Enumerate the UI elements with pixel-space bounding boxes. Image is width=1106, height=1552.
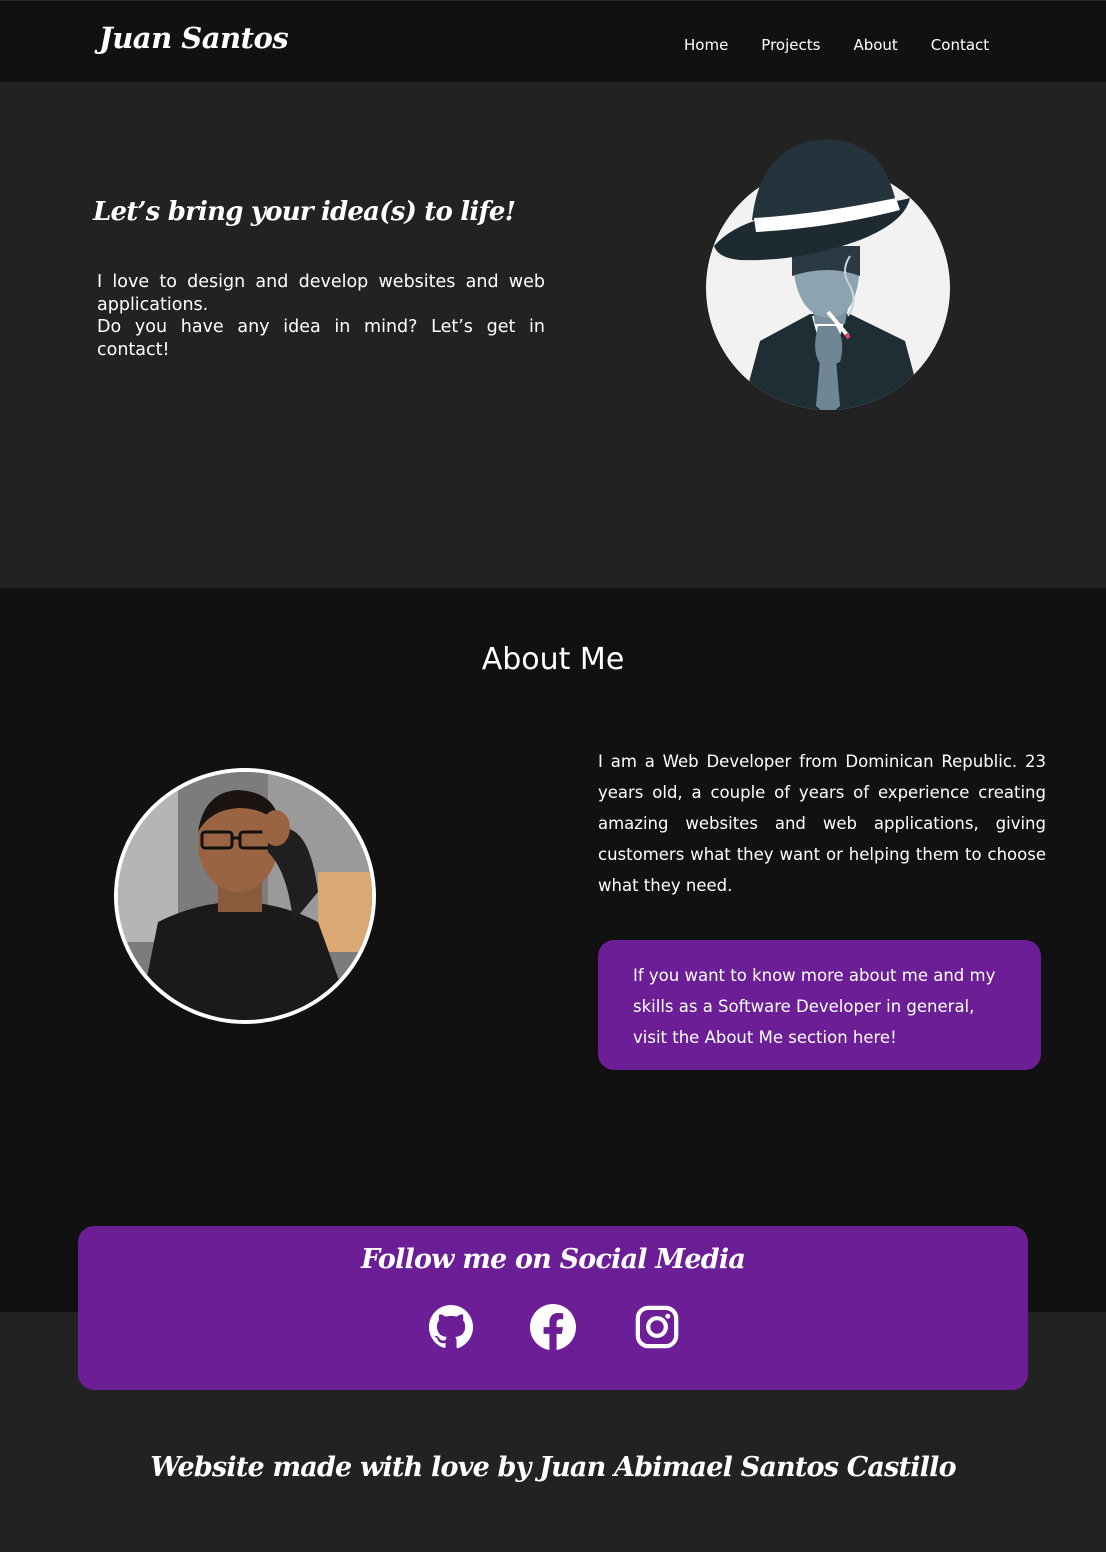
social-title: Follow me on Social Media xyxy=(360,1244,746,1275)
nav-link-home[interactable]: Home xyxy=(684,36,728,54)
social-media-card: Follow me on Social Media xyxy=(78,1226,1028,1390)
hero-section: Let’s bring your idea(s) to life! I love… xyxy=(0,82,1106,588)
about-section: About Me I am a Web Developer from Domin… xyxy=(0,588,1106,1312)
hero-paragraph-1: I love to design and develop websites an… xyxy=(97,272,545,315)
profile-photo-image xyxy=(118,772,372,1020)
about-title: About Me xyxy=(481,642,625,677)
mafia-avatar-illustration xyxy=(706,139,950,410)
about-more-card[interactable]: If you want to know more about me and my… xyxy=(598,940,1041,1070)
brand-logo[interactable]: Juan Santos xyxy=(99,21,289,55)
about-description: I am a Web Developer from Dominican Repu… xyxy=(598,752,1046,895)
nav-link-about[interactable]: About xyxy=(853,36,897,54)
nav-link-projects[interactable]: Projects xyxy=(761,36,820,54)
hero-paragraph-2: Do you have any idea in mind? Let’s get … xyxy=(97,317,545,360)
facebook-icon[interactable] xyxy=(530,1304,576,1350)
footer-credit: Website made with love by Juan Abimael S… xyxy=(150,1452,956,1483)
instagram-icon[interactable] xyxy=(634,1304,680,1350)
nav-link-contact[interactable]: Contact xyxy=(931,36,989,54)
hero-text: I love to design and develop websites an… xyxy=(97,271,545,361)
top-nav: Juan Santos Home Projects About Contact xyxy=(0,0,1106,82)
github-icon[interactable] xyxy=(428,1304,474,1350)
profile-photo xyxy=(114,768,376,1024)
hero-title: Let’s bring your idea(s) to life! xyxy=(93,197,516,227)
nav-links: Home Projects About Contact xyxy=(684,36,989,54)
